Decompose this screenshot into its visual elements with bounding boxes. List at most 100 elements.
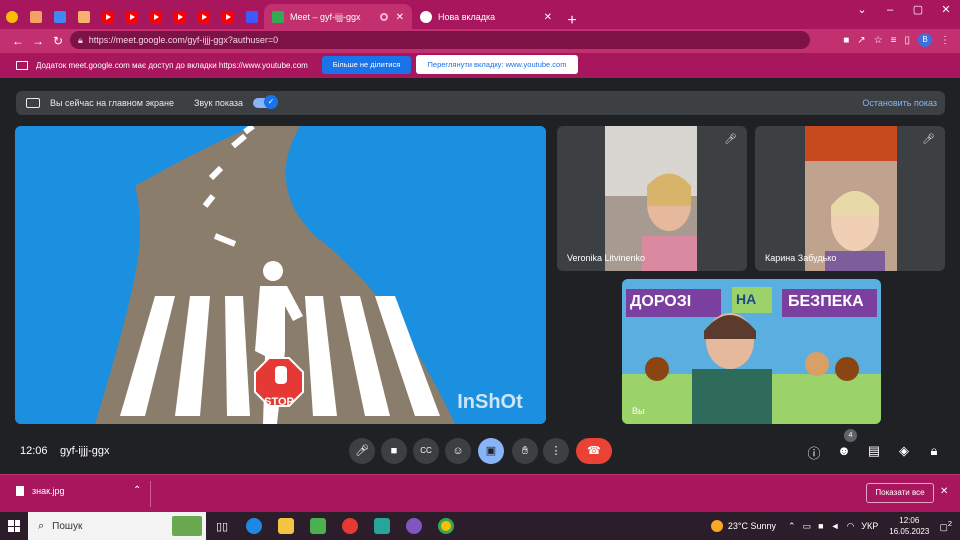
forward-button[interactable]: → xyxy=(28,34,48,48)
minimize-button[interactable]: – xyxy=(876,0,904,20)
camera-button[interactable]: ■ xyxy=(381,438,407,464)
screen-share-icon xyxy=(16,61,28,70)
store-app[interactable] xyxy=(302,512,334,540)
taskbar-search[interactable]: ⌕ Пошук xyxy=(28,512,206,540)
tab-meet[interactable]: Meet – gyf-ijjj-ggx ✕ xyxy=(264,4,412,30)
close-window-button[interactable]: ✕ xyxy=(932,0,960,20)
stop-sharing-button[interactable]: Більше не ділитися xyxy=(322,56,411,74)
people-icon[interactable]: ☻ xyxy=(835,443,853,458)
chat-icon[interactable]: ▤ xyxy=(865,443,883,459)
participant-tile-1[interactable]: 🎤︎ Veronika Litvinenko xyxy=(557,126,747,271)
meet-area: Вы сейчас на главном экране Звук показа … xyxy=(0,79,960,474)
recording-icon xyxy=(379,13,388,21)
audio-label: Звук показа xyxy=(193,98,243,108)
chevron-down-icon[interactable]: ⌄ xyxy=(848,0,876,20)
pinned-tab-3[interactable] xyxy=(48,4,72,30)
task-view-button[interactable]: ▯▯ xyxy=(206,512,238,540)
mail-app[interactable] xyxy=(366,512,398,540)
self-view-tile[interactable]: ДОРОЗІ НА БЕЗПЕКА Вы xyxy=(622,279,881,424)
chevron-up-icon[interactable]: ⌃ xyxy=(788,521,796,532)
camera-icon[interactable]: ■ xyxy=(818,521,823,531)
address-bar[interactable]: 🔒︎ https://meet.google.com/gyf-ijjj-ggx?… xyxy=(70,31,810,49)
sidebar-icon[interactable]: ▯ xyxy=(904,35,910,46)
start-button[interactable] xyxy=(0,512,28,540)
more-options-button[interactable]: ⋮ xyxy=(543,438,569,464)
pinned-tab-6[interactable] xyxy=(120,4,144,30)
windows-taskbar: ⌕ Пошук ▯▯ 23°C Sunny ⌃ ▭ ■ ◄ ◠ УКР 12:0… xyxy=(0,512,960,540)
captions-button[interactable]: CC xyxy=(413,438,439,464)
task-view-icon: ▯▯ xyxy=(215,520,229,533)
pinned-tab-1[interactable] xyxy=(0,4,24,30)
wifi-icon[interactable]: ◠ xyxy=(846,521,854,532)
tab-new[interactable]: Нова вкладка ✕ xyxy=(412,4,560,30)
meeting-time: 12:06 xyxy=(20,445,48,457)
back-button[interactable]: ← xyxy=(8,34,28,48)
reload-button[interactable]: ↻ xyxy=(48,34,68,48)
sun-icon xyxy=(710,520,723,532)
camera-icon[interactable]: ■ xyxy=(843,35,849,46)
pinned-tab-9[interactable] xyxy=(192,4,216,30)
notifications-button[interactable]: ▢2 xyxy=(939,519,952,533)
raise-hand-button[interactable]: ✋︎ xyxy=(512,438,538,464)
pinned-tab-10[interactable] xyxy=(216,4,240,30)
toolbar-actions: ■ ↗ ☆ ≡ ▯ B ⋮ xyxy=(843,31,950,49)
participant-tile-2[interactable]: 🎤︎ Карина Забудько xyxy=(755,126,945,271)
media-icon[interactable]: ≡ xyxy=(891,35,897,46)
present-button[interactable]: ▣ xyxy=(478,438,504,464)
share-icon[interactable]: ↗ xyxy=(857,35,865,46)
host-controls-icon[interactable]: 🔒︎ xyxy=(925,443,943,459)
mail-icon xyxy=(374,518,390,534)
weather-text[interactable]: 23°C Sunny xyxy=(728,521,776,531)
present-icon xyxy=(26,98,40,108)
volume-icon[interactable]: ◄ xyxy=(831,521,840,531)
pinned-tab-11[interactable] xyxy=(240,4,264,30)
close-icon[interactable]: ✕ xyxy=(396,12,404,23)
audio-toggle[interactable] xyxy=(253,95,278,109)
viber-app[interactable] xyxy=(398,512,430,540)
maximize-button[interactable]: ▢ xyxy=(904,0,932,20)
banner-word-2: НА xyxy=(736,291,757,307)
lock-icon[interactable]: 🔒︎ xyxy=(78,35,83,46)
stop-presenting-link[interactable]: Остановить показ xyxy=(862,98,937,108)
tab-title: Нова вкладка xyxy=(438,12,496,22)
language-indicator[interactable]: УКР xyxy=(861,521,878,531)
switch-tab-button[interactable]: Переглянути вкладку: www.youtube.com xyxy=(416,55,578,74)
download-item[interactable]: знак.jpg xyxy=(16,486,65,496)
pinned-tab-5[interactable] xyxy=(96,4,120,30)
opera-app[interactable] xyxy=(334,512,366,540)
meet-icon xyxy=(272,11,284,23)
windows-icon xyxy=(8,520,20,532)
new-tab-button[interactable]: + xyxy=(560,12,584,30)
presenting-status: Вы сейчас на главном экране xyxy=(50,98,174,108)
pinned-tab-2[interactable] xyxy=(24,4,48,30)
road-illustration: STOP InShOt xyxy=(15,126,546,424)
show-all-button[interactable]: Показати все xyxy=(866,483,934,503)
chrome-app[interactable] xyxy=(430,512,462,540)
chevron-up-icon[interactable]: ⌃ xyxy=(133,485,141,496)
network-icon[interactable]: ▭ xyxy=(803,521,812,532)
end-call-button[interactable]: ☎︎ xyxy=(576,438,612,464)
edge-app[interactable] xyxy=(238,512,270,540)
menu-icon[interactable]: ⋮ xyxy=(940,35,950,46)
profile-avatar[interactable]: B xyxy=(918,33,932,47)
meeting-controls: 12:06 gyf-ijjj-ggx 🎤︎ ■ CC ☺ ▣ ✋︎ ⋮ ☎︎ ⓘ… xyxy=(0,429,960,474)
url-text: https://meet.google.com/gyf-ijjj-ggx?aut… xyxy=(88,35,279,45)
photo-icon xyxy=(30,11,42,23)
explorer-app[interactable] xyxy=(270,512,302,540)
pinned-tab-7[interactable] xyxy=(144,4,168,30)
microphone-button[interactable]: 🎤︎ xyxy=(349,438,375,464)
search-icon: ⌕ xyxy=(38,519,45,532)
activities-icon[interactable]: ◈ xyxy=(895,443,913,459)
info-icon[interactable]: ⓘ xyxy=(805,443,823,462)
file-icon xyxy=(16,486,24,496)
clock[interactable]: 12:06 16.05.2023 xyxy=(889,515,929,537)
search-label: Пошук xyxy=(52,520,83,532)
participant-name: Карина Забудько xyxy=(765,253,837,263)
star-icon[interactable]: ☆ xyxy=(874,35,883,46)
reactions-button[interactable]: ☺ xyxy=(445,438,471,464)
close-icon[interactable]: ✕ xyxy=(544,12,552,23)
pinned-tab-8[interactable] xyxy=(168,4,192,30)
close-icon[interactable]: ✕ xyxy=(940,486,948,497)
pinned-tab-4[interactable] xyxy=(72,4,96,30)
book-icon xyxy=(78,11,90,23)
